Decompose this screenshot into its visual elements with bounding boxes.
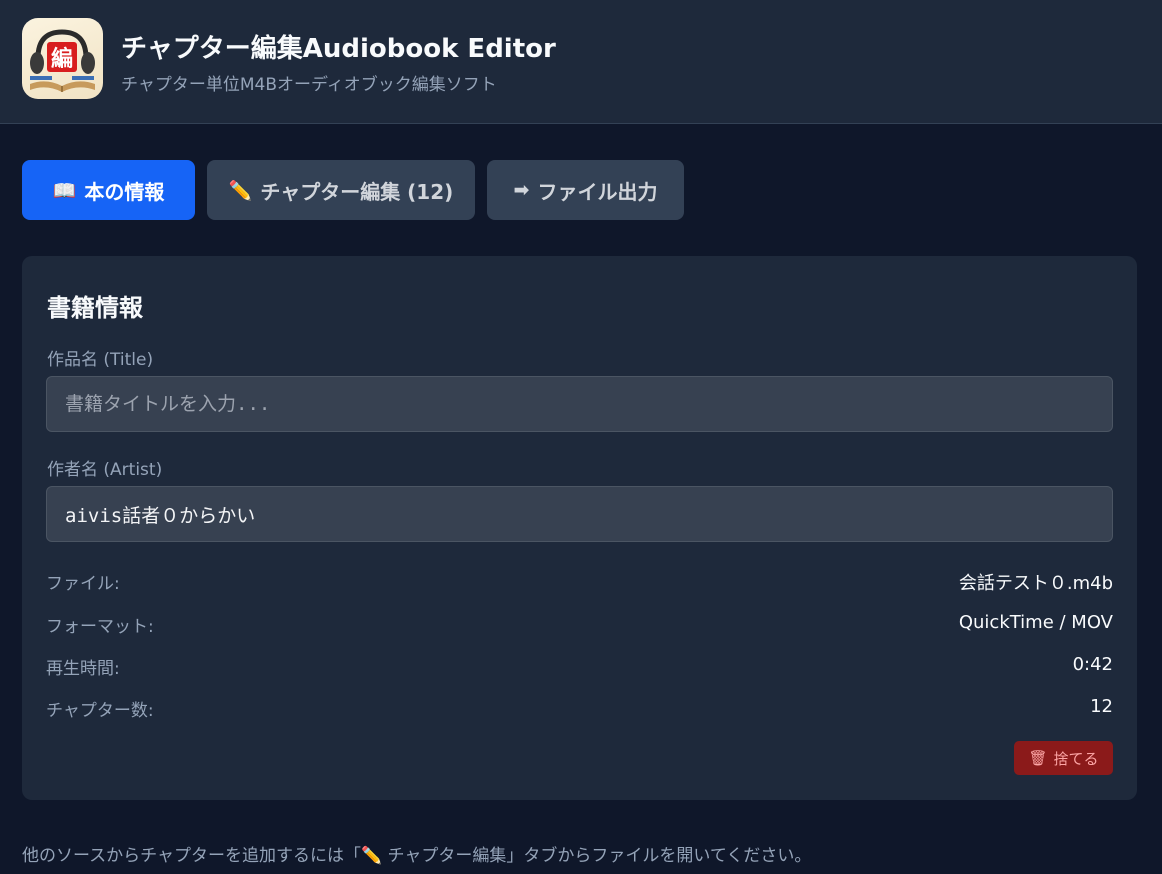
trash-icon: 🗑	[1028, 749, 1048, 767]
info-key: 再生時間:	[46, 659, 120, 679]
book-info-panel: 書籍情報 作品名 (Title) 作者名 (Artist) ファイル: 会話テス…	[22, 256, 1137, 800]
title-input[interactable]	[46, 376, 1113, 432]
app-title: チャプター編集Audiobook Editor	[121, 34, 556, 64]
panel-title: 書籍情報	[47, 294, 143, 322]
info-key: ファイル:	[46, 574, 120, 594]
info-value: 0:42	[1072, 654, 1113, 675]
tab-label: ファイル出力	[537, 179, 658, 204]
discard-button[interactable]: 🗑 捨てる	[1014, 741, 1113, 775]
discard-label: 捨てる	[1053, 749, 1099, 768]
tab-label: チャプター編集 (12)	[260, 179, 454, 204]
book-icon: 📖	[52, 179, 77, 202]
info-key: チャプター数:	[46, 701, 154, 721]
app-logo-icon: 編	[22, 18, 103, 99]
info-row-file: ファイル: 会話テスト０.m4b	[46, 569, 1113, 595]
arrow-right-icon: ➡	[513, 179, 530, 201]
artist-label: 作者名 (Artist)	[47, 460, 163, 480]
info-row-format: フォーマット: QuickTime / MOV	[46, 612, 1113, 638]
svg-text:編: 編	[51, 46, 73, 72]
tab-chapter-edit[interactable]: ✏️ チャプター編集 (12)	[207, 160, 475, 220]
info-row-duration: 再生時間: 0:42	[46, 654, 1113, 680]
app-header: 編 チャプター編集Audiobook Editor チャプター単位M4Bオーディ…	[0, 0, 1162, 124]
artist-input[interactable]	[46, 486, 1113, 542]
pencil-icon: ✏️	[228, 179, 253, 202]
info-key: フォーマット:	[46, 617, 154, 637]
info-value: 12	[1090, 696, 1113, 717]
title-label: 作品名 (Title)	[47, 350, 154, 370]
info-value: 会話テスト０.m4b	[958, 573, 1113, 594]
tab-book-info[interactable]: 📖 本の情報	[22, 160, 195, 220]
tab-label: 本の情報	[84, 179, 165, 204]
tab-file-output[interactable]: ➡ ファイル出力	[487, 160, 684, 220]
info-row-chapter-count: チャプター数: 12	[46, 696, 1113, 722]
footer-hint: 他のソースからチャプターを追加するには「✏️ チャプター編集」タブからファイルを…	[22, 846, 812, 866]
app-subtitle: チャプター単位M4Bオーディオブック編集ソフト	[121, 75, 497, 95]
info-value: QuickTime / MOV	[958, 612, 1113, 633]
